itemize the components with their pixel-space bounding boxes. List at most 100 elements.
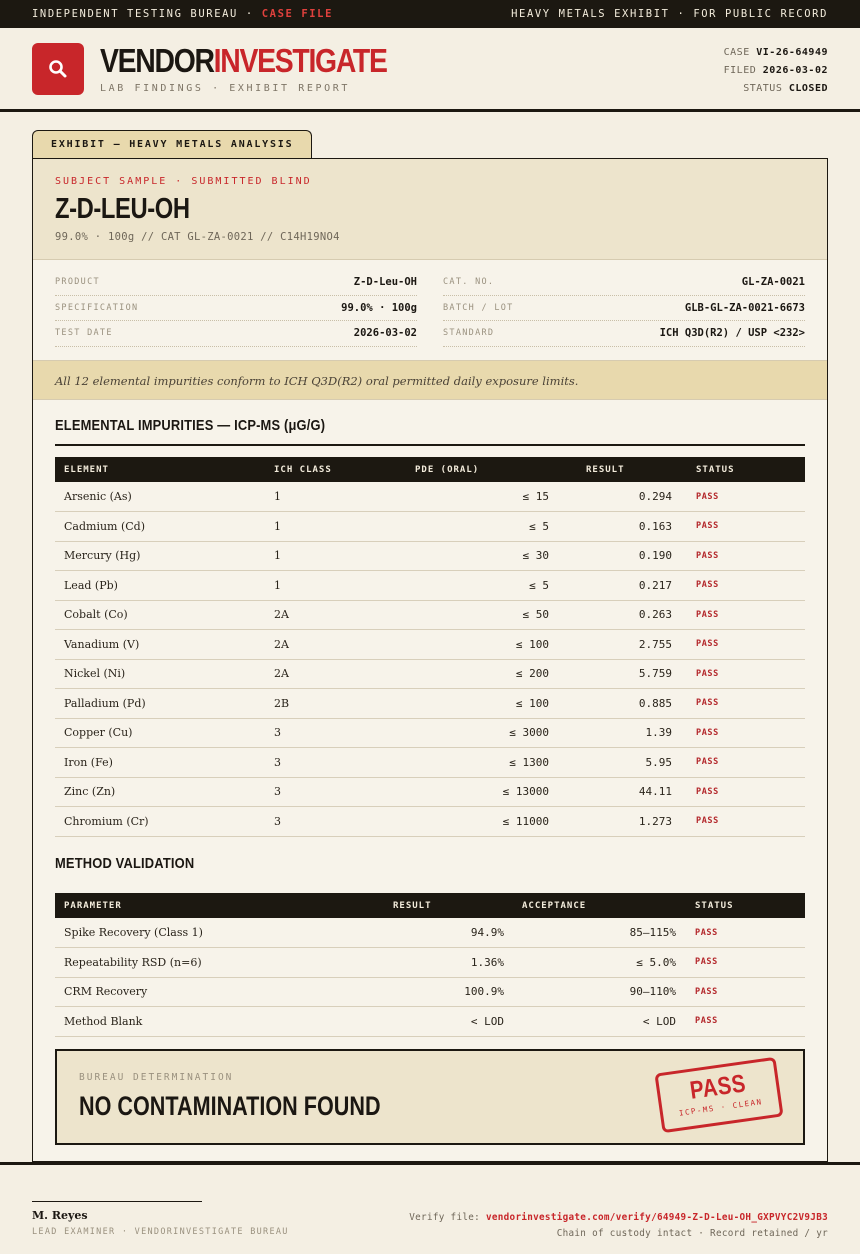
report-header: VENDORINVESTIGATE LAB FINDINGS · EXHIBIT…	[0, 28, 860, 112]
table-header-row: ELEMENT ICH CLASS PDE (ORAL) RESULT STAT…	[55, 457, 805, 482]
element-cell: Copper (Cu)	[55, 718, 265, 748]
table-header-row: PARAMETER RESULT ACCEPTANCE STATUS	[55, 893, 805, 918]
element-cell: Iron (Fe)	[55, 747, 265, 778]
case-status: CLOSED	[788, 83, 828, 94]
element-cell: Palladium (Pd)	[55, 688, 265, 719]
element-cell: Chromium (Cr)	[55, 806, 265, 837]
status-cell: PASS	[685, 977, 805, 1007]
detail-value: ICH Q3D(R2) / USP <232>	[659, 327, 805, 340]
pde-cell: ≤ 1300	[385, 747, 571, 778]
status-cell: PASS	[683, 806, 805, 837]
filed-date-row: FILED 2026-03-02	[724, 62, 828, 80]
table-row: Nickel (Ni) 2A ≤ 200 5.759 PASS	[55, 659, 805, 689]
status-cell: PASS	[683, 629, 805, 660]
determination-text: NO CONTAMINATION FOUND	[79, 1091, 381, 1121]
top-banner-right: HEAVY METALS EXHIBIT · FOR PUBLIC RECORD	[511, 8, 828, 20]
status-cell: PASS	[683, 718, 805, 748]
result-cell: 44.11	[571, 777, 683, 807]
validation-table: PARAMETER RESULT ACCEPTANCE STATUS Spike…	[55, 893, 805, 1037]
acceptance-cell: ≤ 5.0%	[513, 947, 685, 978]
filed-date: 2026-03-02	[762, 65, 828, 76]
ich-class-cell: 2A	[265, 659, 385, 689]
ich-class-cell: 2B	[265, 688, 385, 719]
table-row: Mercury (Hg) 1 ≤ 30 0.190 PASS	[55, 541, 805, 571]
status-cell: PASS	[683, 541, 805, 571]
pde-cell: ≤ 30	[385, 541, 571, 571]
detail-row: PRODUCT Z-D-Leu-OH	[55, 270, 417, 296]
detail-value: GL-ZA-0021	[741, 276, 805, 289]
pde-cell: ≤ 200	[385, 659, 571, 689]
detail-label: CAT. NO.	[443, 277, 495, 288]
parameter-cell: Spike Recovery (Class 1)	[55, 918, 385, 948]
brand-name: VENDORINVESTIGATE	[100, 41, 388, 79]
table-row: Palladium (Pd) 2B ≤ 100 0.885 PASS	[55, 688, 805, 719]
detail-label: SPECIFICATION	[55, 302, 139, 313]
detail-row: TEST DATE 2026-03-02	[55, 321, 417, 347]
case-number: VI-26-64949	[756, 47, 828, 58]
brand-name-part1: VENDOR	[100, 41, 215, 79]
result-cell: 1.39	[571, 718, 683, 748]
pde-cell: ≤ 50	[385, 600, 571, 630]
element-cell: Lead (Pb)	[55, 570, 265, 601]
column-header: ICH CLASS	[274, 464, 332, 475]
status-cell: PASS	[685, 1006, 805, 1037]
detail-value: Z-D-Leu-OH	[353, 276, 417, 289]
details-grid: PRODUCT Z-D-Leu-OH SPECIFICATION 99.0% · 1…	[33, 260, 827, 360]
ich-class-cell: 1	[265, 482, 385, 512]
column-header: PDE (ORAL)	[415, 464, 480, 475]
acceptance-cell: 85–115%	[513, 918, 685, 948]
pde-cell: ≤ 5	[385, 511, 571, 542]
exhibit-tab: EXHIBIT — HEAVY METALS ANALYSIS	[32, 130, 312, 158]
result-cell: 0.885	[571, 688, 683, 719]
detail-label: STANDARD	[443, 328, 495, 339]
detail-row: SPECIFICATION 99.0% · 100g	[55, 296, 417, 321]
impurities-section-title: ELEMENTAL IMPURITIES — ICP-MS (μG/G)	[55, 417, 326, 434]
table-row: Arsenic (As) 1 ≤ 15 0.294 PASS	[55, 482, 805, 512]
detail-label: TEST DATE	[55, 328, 113, 339]
status-cell: PASS	[683, 570, 805, 601]
impurities-table-body: Arsenic (As) 1 ≤ 15 0.294 PASS Cadmium (Cd) 1 ≤…	[55, 482, 805, 837]
pde-cell: ≤ 5	[385, 570, 571, 601]
examiner-role: LEAD EXAMINER · VENDORINVESTIGATE BUREAU	[32, 1227, 289, 1237]
status-cell: PASS	[683, 659, 805, 689]
table-row: CRM Recovery 100.9% 90–110% PASS	[55, 977, 805, 1007]
detail-row: BATCH / LOT GLB-GL-ZA-0021-6673	[443, 296, 805, 321]
acceptance-cell: < LOD	[513, 1006, 685, 1037]
status-label: STATUS	[743, 83, 783, 94]
conformance-note: All 12 elemental impurities conform to I…	[33, 360, 827, 400]
table-row: Vanadium (V) 2A ≤ 100 2.755 PASS	[55, 629, 805, 660]
subject-meta: 99.0% · 100g // CAT GL-ZA-0021 // C14H19…	[55, 231, 340, 243]
impurities-table: ELEMENT ICH CLASS PDE (ORAL) RESULT STAT…	[55, 457, 805, 837]
result-cell: 5.759	[571, 659, 683, 689]
subject-title: Z-D-LEU-OH	[55, 193, 190, 225]
result-cell: 2.755	[571, 629, 683, 660]
pde-cell: ≤ 11000	[385, 806, 571, 837]
result-cell: 5.95	[571, 747, 683, 778]
table-row: Iron (Fe) 3 ≤ 1300 5.95 PASS	[55, 747, 805, 778]
column-header: ELEMENT	[64, 464, 109, 475]
ich-class-cell: 3	[265, 806, 385, 837]
ich-class-cell: 3	[265, 718, 385, 748]
element-cell: Cobalt (Co)	[55, 600, 265, 630]
signature-line	[32, 1201, 202, 1202]
pde-cell: ≤ 15	[385, 482, 571, 512]
subject-panel: SUBJECT SAMPLE · SUBMITTED BLIND Z-D-LEU…	[33, 159, 827, 260]
ich-class-cell: 1	[265, 511, 385, 542]
result-cell: 0.217	[571, 570, 683, 601]
top-banner-left: INDEPENDENT TESTING BUREAU · CASE FILE	[32, 8, 333, 20]
result-cell: 1.36%	[385, 947, 513, 978]
pass-stamp: PASS ICP-MS · CLEAN	[654, 1056, 784, 1134]
section-divider	[55, 444, 805, 446]
verify-link[interactable]: vendorinvestigate.com/verify/64949-Z-D-L…	[486, 1212, 828, 1223]
element-cell: Arsenic (As)	[55, 482, 265, 512]
ich-class-cell: 2A	[265, 629, 385, 660]
pde-cell: ≤ 100	[385, 688, 571, 719]
validation-table-body: Spike Recovery (Class 1) 94.9% 85–115% PASS…	[55, 918, 805, 1037]
top-banner: INDEPENDENT TESTING BUREAU · CASE FILE H…	[0, 0, 860, 28]
details-left-column: PRODUCT Z-D-Leu-OH SPECIFICATION 99.0% · 1…	[55, 270, 417, 360]
exhibit-card: SUBJECT SAMPLE · SUBMITTED BLIND Z-D-LEU…	[32, 158, 828, 1162]
determination-panel: BUREAU DETERMINATION NO CONTAMINATION FO…	[55, 1049, 805, 1145]
column-header: STATUS	[696, 464, 735, 475]
parameter-cell: CRM Recovery	[55, 977, 385, 1007]
result-cell: 1.273	[571, 806, 683, 837]
